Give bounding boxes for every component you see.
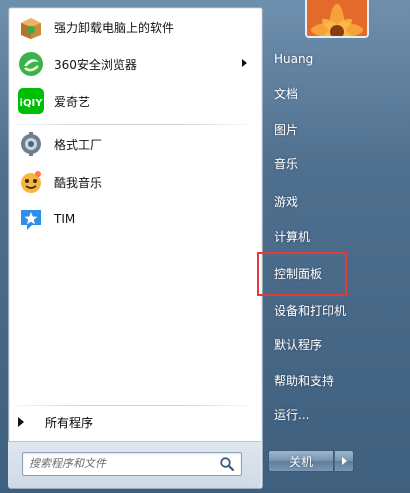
user-avatar[interactable] bbox=[305, 0, 369, 38]
format-factory-icon bbox=[17, 130, 45, 158]
separator bbox=[14, 124, 249, 125]
search-box[interactable] bbox=[22, 452, 242, 476]
pictures-link[interactable]: 图片 bbox=[266, 115, 401, 143]
360-browser-icon bbox=[17, 50, 45, 78]
flower-picture-icon bbox=[307, 0, 367, 36]
program-item-tim[interactable]: TIM bbox=[12, 202, 257, 236]
program-label: 格式工厂 bbox=[54, 137, 103, 152]
devices-printers-link[interactable]: 设备和打印机 bbox=[266, 296, 401, 324]
computer-link[interactable]: 计算机 bbox=[266, 222, 401, 250]
submenu-arrow-icon bbox=[242, 59, 247, 67]
uninstaller-box-icon bbox=[17, 13, 45, 41]
svg-text:iQIY: iQIY bbox=[20, 98, 44, 109]
user-folder-link[interactable]: Huang bbox=[266, 45, 401, 73]
program-item-uninstaller[interactable]: 强力卸载电脑上的软件 bbox=[12, 10, 257, 44]
all-programs-button[interactable]: 所有程序 bbox=[10, 409, 250, 435]
default-programs-link[interactable]: 默认程序 bbox=[266, 330, 401, 358]
documents-link[interactable]: 文档 bbox=[266, 79, 401, 107]
games-link[interactable]: 游戏 bbox=[266, 187, 401, 215]
control-panel-highlight bbox=[257, 252, 347, 296]
music-link[interactable]: 音乐 bbox=[266, 149, 401, 177]
shutdown-button[interactable]: 关机 bbox=[268, 450, 334, 472]
search-input[interactable] bbox=[29, 455, 209, 472]
help-support-link[interactable]: 帮助和支持 bbox=[266, 366, 401, 394]
kuwo-music-icon bbox=[17, 168, 45, 196]
chevron-right-icon bbox=[341, 457, 347, 465]
program-item-kuwo-music[interactable]: 酷我音乐 bbox=[12, 165, 257, 199]
program-item-iqiyi[interactable]: iQIY 爱奇艺 bbox=[12, 84, 257, 118]
search-icon[interactable] bbox=[219, 456, 235, 472]
iqiyi-icon: iQIY bbox=[17, 87, 45, 115]
program-label: 爱奇艺 bbox=[54, 94, 91, 109]
run-link[interactable]: 运行... bbox=[266, 400, 401, 428]
shutdown-options-button[interactable] bbox=[334, 450, 354, 472]
separator bbox=[14, 405, 249, 406]
search-area bbox=[8, 441, 261, 488]
expand-arrow-icon bbox=[18, 417, 24, 427]
shutdown-group: 关机 bbox=[268, 450, 356, 472]
program-item-format-factory[interactable]: 格式工厂 bbox=[12, 127, 257, 161]
program-item-360-browser[interactable]: 360安全浏览器 bbox=[12, 47, 257, 81]
program-label: TIM bbox=[54, 212, 76, 226]
program-label: 强力卸载电脑上的软件 bbox=[54, 20, 175, 35]
all-programs-label: 所有程序 bbox=[45, 415, 94, 430]
program-label: 酷我音乐 bbox=[54, 175, 103, 190]
program-label: 360安全浏览器 bbox=[54, 57, 137, 72]
tim-icon bbox=[17, 205, 45, 233]
